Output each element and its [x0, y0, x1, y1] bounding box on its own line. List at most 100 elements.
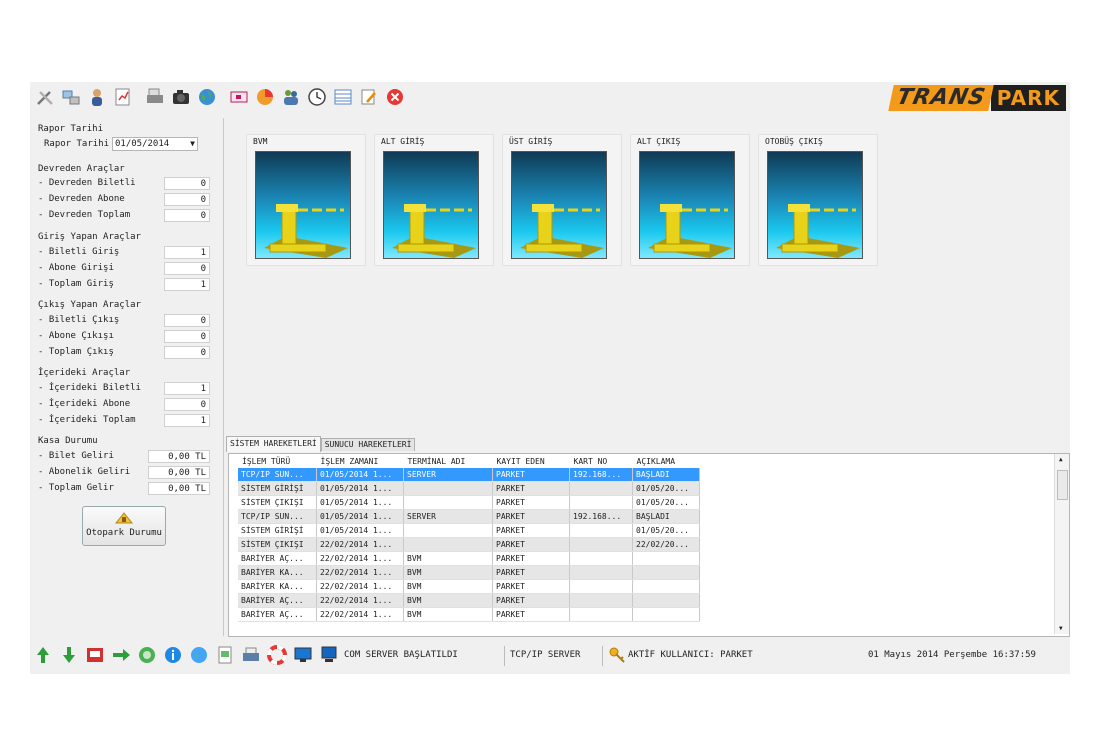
ticket-icon[interactable] — [84, 644, 106, 666]
printer-icon[interactable] — [144, 86, 166, 108]
tab-sunucu-hareketleri[interactable]: SUNUCU HAREKETLERİ — [320, 438, 416, 451]
cell: PARKET — [492, 607, 570, 622]
table-row[interactable]: SİSTEM GİRİŞİ 01/05/2014 1... PARKET 01/… — [229, 523, 700, 538]
cell — [632, 593, 700, 608]
cell: PARKET — [492, 551, 570, 566]
devreden-biletli-value: 0 — [164, 177, 210, 190]
vertical-scrollbar[interactable]: ▲ ▼ — [1054, 454, 1069, 634]
table-row[interactable]: BARİYER AÇ... 22/02/2014 1... BVM PARKET — [229, 593, 700, 608]
cell: 01/05/2014 1... — [316, 509, 404, 524]
cell: 01/05/2014 1... — [316, 495, 404, 510]
cell: SİSTEM GİRİŞİ — [238, 523, 317, 538]
col-islem-turu[interactable]: İŞLEM TÜRÜ — [238, 454, 317, 468]
bilet-geliri-label: - Bilet Geliri — [38, 451, 114, 461]
user-icon[interactable] — [86, 86, 108, 108]
barrier-title: ALT ÇIKIŞ — [637, 137, 681, 146]
table-row[interactable]: SİSTEM ÇIKIŞI 01/05/2014 1... PARKET 01/… — [229, 495, 700, 510]
table-row[interactable]: BARİYER AÇ... 22/02/2014 1... BVM PARKET — [229, 551, 700, 566]
giris-title: Giriş Yapan Araçlar — [38, 232, 141, 242]
barrier-gate-icon — [392, 204, 476, 258]
network-icon[interactable] — [60, 86, 82, 108]
log-grid[interactable]: İŞLEM TÜRÜ İŞLEM ZAMANI TERMİNAL ADI KAY… — [228, 453, 1070, 637]
globe-icon[interactable] — [188, 644, 210, 666]
cell — [632, 579, 700, 594]
scroll-thumb[interactable] — [1057, 470, 1068, 500]
tab-sistem-hareketleri[interactable]: SİSTEM HAREKETLERİ — [226, 436, 321, 452]
pie-chart-icon[interactable] — [254, 86, 276, 108]
printer-icon[interactable] — [240, 644, 262, 666]
cell — [569, 551, 633, 566]
cell — [403, 495, 493, 510]
cell — [569, 565, 633, 580]
cell — [632, 607, 700, 622]
edit-icon[interactable] — [358, 86, 380, 108]
arrow-down-icon[interactable] — [58, 644, 80, 666]
tools-icon[interactable] — [34, 86, 56, 108]
cell — [403, 537, 493, 552]
cell: TCP/IP SUN... — [238, 509, 317, 524]
iceride-biletli-label: - İçerideki Biletli — [38, 383, 141, 393]
arrow-right-icon[interactable] — [110, 644, 132, 666]
toolbar: TRANS PARK — [30, 82, 1070, 116]
table-row[interactable]: BARİYER AÇ... 22/02/2014 1... BVM PARKET — [229, 607, 700, 622]
table-row[interactable]: BARİYER KA... 22/02/2014 1... BVM PARKET — [229, 565, 700, 580]
col-terminal-adi[interactable]: TERMİNAL ADI — [404, 454, 493, 468]
lifebuoy-icon[interactable] — [266, 644, 288, 666]
col-kart-no[interactable]: KART NO — [570, 454, 633, 468]
cell: BVM — [403, 565, 493, 580]
info-icon[interactable] — [162, 644, 184, 666]
cell: SERVER — [403, 468, 493, 482]
barrier-card-alt-cikis[interactable]: ALT ÇIKIŞ — [630, 134, 750, 266]
cell: PARKET — [492, 481, 570, 496]
cell: 22/02/2014 1... — [316, 565, 404, 580]
scroll-up-icon[interactable]: ▲ — [1059, 456, 1063, 463]
barrier-card-ust-giris[interactable]: ÜST GİRİŞ — [502, 134, 622, 266]
cell: 01/05/20... — [632, 481, 700, 496]
otopark-durumu-button[interactable]: Otopark Durumu — [82, 506, 166, 546]
report-icon[interactable] — [112, 86, 134, 108]
scroll-down-icon[interactable]: ▼ — [1059, 625, 1063, 632]
col-aciklama[interactable]: AÇIKLAMA — [633, 454, 700, 468]
report-date-picker[interactable]: 01/05/2014 ▼ — [112, 137, 198, 151]
table-row[interactable]: TCP/IP SUN... 01/05/2014 1... SERVER PAR… — [229, 509, 700, 524]
cell: PARKET — [492, 537, 570, 552]
cell: 192.168... — [569, 468, 633, 482]
barrier-title: ÜST GİRİŞ — [509, 137, 553, 146]
abonelik-geliri-value: 0,00 TL — [148, 466, 210, 479]
table-row[interactable]: SİSTEM GİRİŞİ 01/05/2014 1... PARKET 01/… — [229, 481, 700, 496]
biletli-cikis-label: - Biletli Çıkış — [38, 315, 120, 325]
devreden-abone-value: 0 — [164, 193, 210, 206]
barrier-card-bvm[interactable]: BVM — [246, 134, 366, 266]
close-icon[interactable] — [384, 86, 406, 108]
barrier-image — [639, 151, 735, 259]
clock-icon[interactable] — [306, 86, 328, 108]
card-icon[interactable] — [228, 86, 250, 108]
barrier-card-otobus-cikis[interactable]: OTOBÜŞ ÇIKIŞ — [758, 134, 878, 266]
monitor-icon[interactable] — [292, 644, 314, 666]
table-row[interactable]: TCP/IP SUN... 01/05/2014 1... SERVER PAR… — [229, 468, 700, 482]
arrow-up-icon[interactable] — [32, 644, 54, 666]
table-row[interactable]: SİSTEM ÇIKIŞI 22/02/2014 1... PARKET 22/… — [229, 537, 700, 552]
table-row[interactable]: BARİYER KA... 22/02/2014 1... BVM PARKET — [229, 579, 700, 594]
camera-icon[interactable] — [170, 86, 192, 108]
barrier-image — [255, 151, 351, 259]
cell: BARİYER KA... — [238, 579, 317, 594]
col-islem-zamani[interactable]: İŞLEM ZAMANI — [317, 454, 404, 468]
biletli-cikis-value: 0 — [164, 314, 210, 327]
cell: BARİYER AÇ... — [238, 607, 317, 622]
users-icon[interactable] — [280, 86, 302, 108]
cell — [569, 523, 633, 538]
kasa-title: Kasa Durumu — [38, 436, 98, 446]
biletli-giris-value: 1 — [164, 246, 210, 259]
table-icon[interactable] — [332, 86, 354, 108]
globe-icon[interactable] — [196, 86, 218, 108]
cell: PARKET — [492, 565, 570, 580]
cell: SERVER — [403, 509, 493, 524]
col-kayit-eden[interactable]: KAYIT EDEN — [493, 454, 570, 468]
refresh-icon[interactable] — [136, 644, 158, 666]
document-icon[interactable] — [214, 644, 236, 666]
cell: SİSTEM ÇIKIŞI — [238, 537, 317, 552]
chevron-down-icon[interactable]: ▼ — [190, 138, 195, 150]
barrier-card-alt-giris[interactable]: ALT GİRİŞ — [374, 134, 494, 266]
cell: BVM — [403, 579, 493, 594]
